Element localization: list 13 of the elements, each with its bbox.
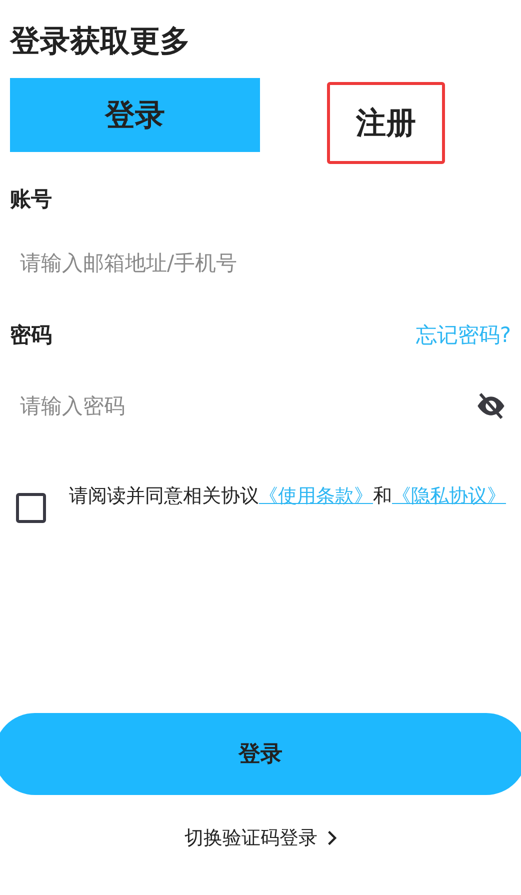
page-title: 登录获取更多 [10, 23, 191, 61]
password-input[interactable]: 请输入密码 [20, 391, 440, 421]
eye-slash-icon[interactable] [475, 390, 507, 422]
agreement-text: 请阅读并同意相关协议《使用条款》和《隐私协议》 [69, 484, 506, 509]
account-input[interactable]: 请输入邮箱地址/手机号 [20, 248, 440, 278]
chevron-right-icon [326, 829, 336, 847]
agreement-checkbox[interactable] [16, 493, 46, 523]
login-button[interactable]: 登录 [0, 713, 521, 795]
field-label: 账号 [10, 186, 53, 213]
switch-login-link[interactable]: 切换验证码登录 [184, 825, 318, 851]
tab[interactable]: 注册 [327, 82, 445, 164]
tab[interactable]: 登录 [10, 78, 260, 152]
field-label: 密码 [10, 322, 52, 349]
